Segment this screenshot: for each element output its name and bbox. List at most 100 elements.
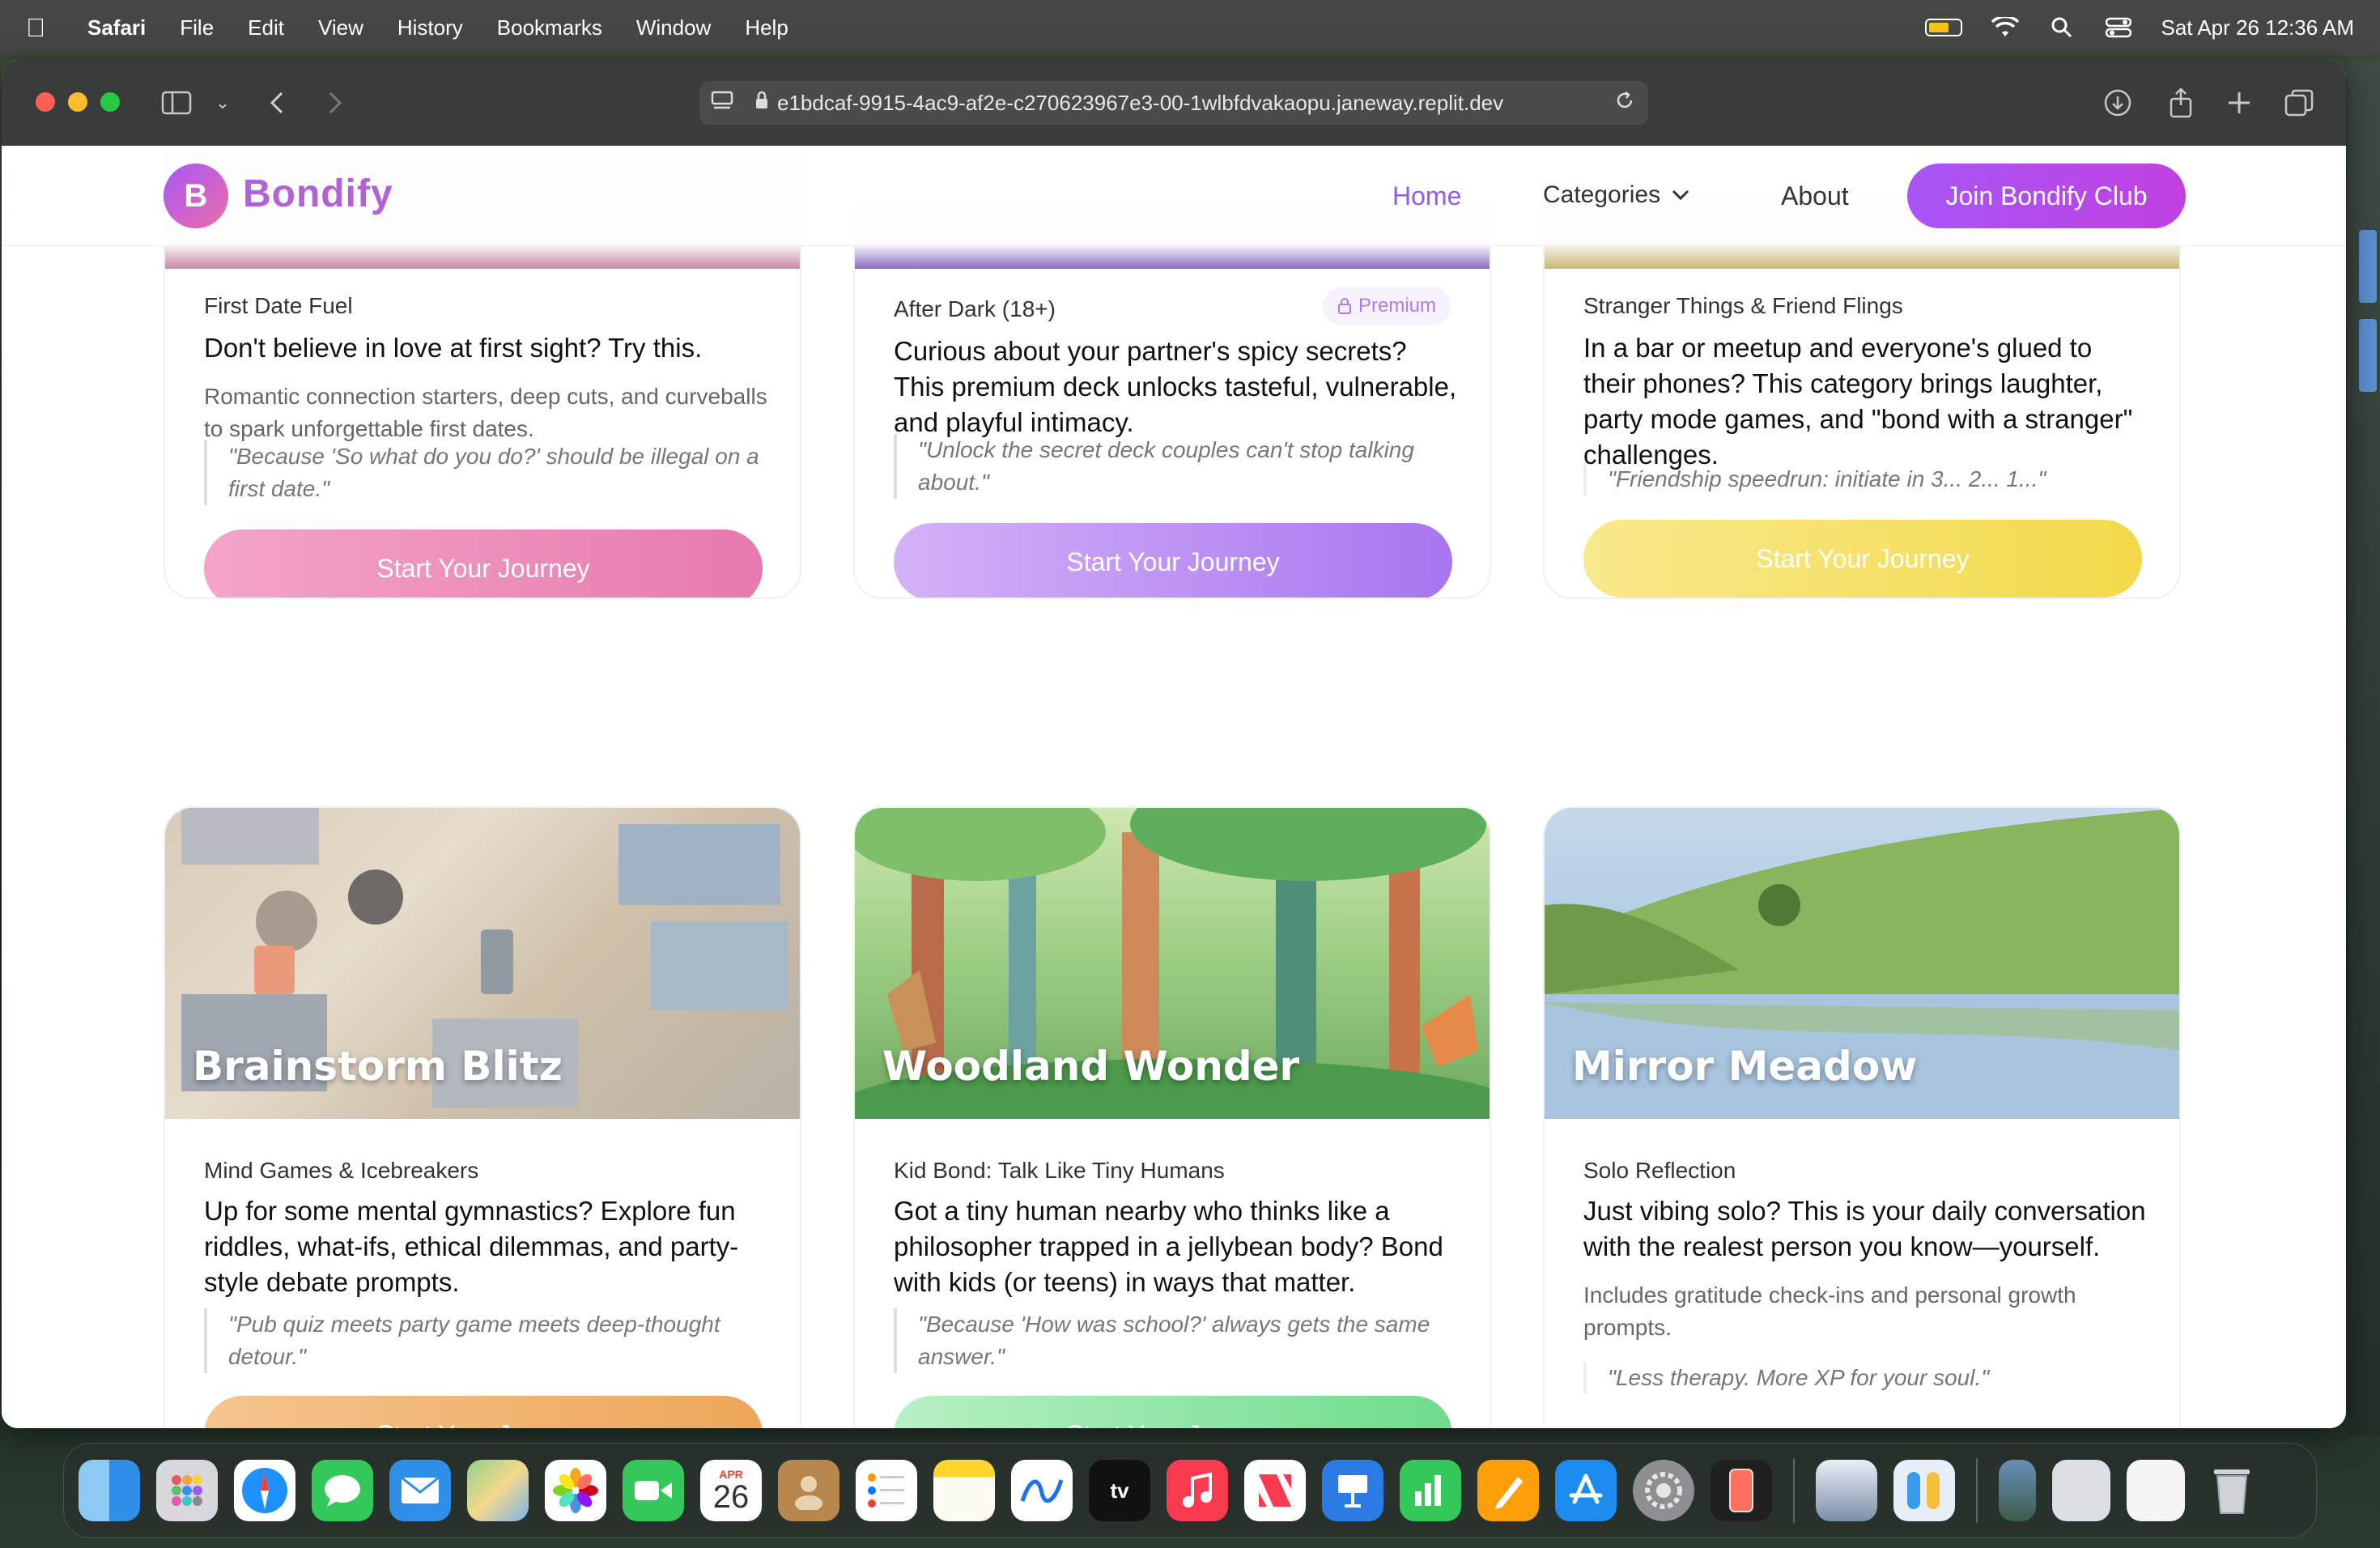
join-club-button[interactable]: Join Bondify Club [1907, 164, 2186, 228]
apple-tv-icon[interactable]: tv [1089, 1460, 1150, 1521]
mail-icon[interactable] [389, 1460, 451, 1521]
start-journey-button[interactable]: Start Your Journey [204, 1396, 763, 1428]
bondify-logo-badge[interactable]: B [164, 164, 228, 228]
macos-menubar:  Safari File Edit View History Bookmark… [0, 0, 2380, 55]
notes-icon[interactable] [933, 1460, 995, 1521]
maps-icon[interactable] [467, 1460, 529, 1521]
back-arrow-icon[interactable] [261, 84, 293, 121]
spotlight-search-icon[interactable] [2048, 15, 2076, 40]
premium-label: Premium [1358, 295, 1436, 317]
card-headline: Got a tiny human nearby who thinks like … [894, 1196, 1443, 1297]
control-center-icon[interactable] [2105, 15, 2132, 40]
key-utility-icon[interactable] [1893, 1460, 1955, 1521]
card-headline: Curious about your partner's spicy secre… [894, 336, 1457, 437]
reminders-icon[interactable] [856, 1460, 917, 1521]
lock-icon [1337, 298, 1351, 314]
desktop-window-edge [2359, 319, 2377, 392]
card-category: After Dark (18+) [894, 296, 1056, 321]
calendar-icon[interactable]: APR 26 [700, 1460, 762, 1521]
tab-group-chevron-down-icon[interactable]: ⌄ [210, 84, 235, 121]
downloads-stack-icon[interactable] [1999, 1460, 2036, 1521]
card-image-title: Woodland Wonder [882, 1043, 1300, 1090]
menu-view[interactable]: View [318, 15, 363, 40]
card-headline: In a bar or meetup and everyone's glued … [1583, 333, 2133, 470]
iphone-mirroring-icon[interactable] [1711, 1460, 1772, 1521]
reload-icon[interactable] [1614, 90, 1635, 117]
system-settings-icon[interactable] [1633, 1460, 1694, 1521]
dock-separator [1976, 1458, 1978, 1523]
menu-window[interactable]: Window [636, 15, 711, 40]
messages-icon[interactable] [312, 1460, 373, 1521]
card-subtext: Romantic connection starters, deep cuts,… [204, 384, 767, 441]
menu-bookmarks[interactable]: Bookmarks [497, 15, 602, 40]
dock-separator [1793, 1458, 1795, 1523]
facetime-icon[interactable] [623, 1460, 684, 1521]
card-image-title: Mirror Meadow [1572, 1043, 1918, 1090]
music-icon[interactable] [1167, 1460, 1228, 1521]
recent-document-icon[interactable] [2052, 1460, 2110, 1521]
card-category: First Date Fuel [204, 293, 353, 318]
card-quote: "Friendship speedrun: initiate in 3... 2… [1583, 463, 2150, 495]
menu-edit[interactable]: Edit [248, 15, 284, 40]
bondify-logo-text[interactable]: Bondify [243, 172, 393, 216]
nav-categories-dropdown[interactable]: Categories [1543, 181, 1689, 209]
menu-app-name[interactable]: Safari [87, 15, 146, 40]
lock-icon [754, 91, 769, 115]
share-icon[interactable] [2163, 84, 2199, 121]
downloads-icon[interactable] [2100, 84, 2136, 121]
card-quote: "Unlock the secret deck couples can't st… [894, 434, 1460, 499]
numbers-icon[interactable] [1400, 1460, 1461, 1521]
launchpad-icon[interactable] [156, 1460, 218, 1521]
macos-dock: APR 26 tv [63, 1443, 2317, 1538]
pages-icon[interactable] [1477, 1460, 1539, 1521]
start-journey-button[interactable]: Start Your Journey [894, 1396, 1452, 1428]
minimize-window-button[interactable] [68, 92, 87, 112]
card-quote: "Because 'How was school?' always gets t… [894, 1308, 1460, 1373]
premium-badge: Premium [1322, 287, 1451, 325]
zoom-window-button[interactable] [100, 92, 120, 112]
news-icon[interactable] [1244, 1460, 1306, 1521]
menu-help[interactable]: Help [745, 15, 788, 40]
start-journey-button[interactable]: Start Your Journey [894, 523, 1452, 598]
calendar-day: 26 [712, 1479, 750, 1515]
photos-icon[interactable] [545, 1460, 606, 1521]
sidebar-toggle-icon[interactable] [159, 84, 194, 121]
card-category: Mind Games & Icebreakers [204, 1158, 479, 1183]
tab-overview-icon[interactable] [2281, 84, 2317, 121]
wifi-icon[interactable] [1991, 15, 2019, 40]
screenshot-file-icon[interactable] [2127, 1460, 2185, 1521]
menubar-clock[interactable]: Sat Apr 26 12:36 AM [2161, 15, 2355, 40]
finder-icon[interactable] [79, 1460, 140, 1521]
url-text[interactable]: e1bdcaf-9915-4ac9-af2e-c270623967e3-00-1… [777, 91, 1614, 116]
menu-file[interactable]: File [180, 15, 214, 40]
start-journey-button[interactable]: Start Your Journey [204, 529, 763, 598]
apple-menu-icon[interactable]:  [26, 13, 58, 43]
category-card-mirror-meadow: Mirror Meadow Solo Reflection Just vibin… [1543, 806, 2181, 1428]
desktop-window-edge [2359, 230, 2377, 303]
address-bar[interactable]: e1bdcaf-9915-4ac9-af2e-c270623967e3-00-1… [699, 81, 1648, 125]
tv-label: tv [1110, 1478, 1129, 1503]
close-window-button[interactable] [36, 92, 55, 112]
menu-history[interactable]: History [397, 15, 463, 40]
start-journey-button[interactable]: Start Your Journey [1583, 520, 2142, 598]
page-menu-icon[interactable] [711, 91, 733, 116]
new-tab-plus-icon[interactable] [2221, 84, 2257, 121]
card-image-title: Brainstorm Blitz [193, 1043, 563, 1090]
freeform-icon[interactable] [1011, 1460, 1073, 1521]
safari-icon[interactable] [234, 1460, 295, 1521]
contacts-icon[interactable] [778, 1460, 839, 1521]
category-card-brainstorm: Brainstorm Blitz Mind Games & Icebreaker… [164, 806, 801, 1428]
preview-app-icon[interactable] [1816, 1460, 1877, 1521]
forward-arrow-icon[interactable] [319, 84, 351, 121]
card-category: Solo Reflection [1583, 1158, 1736, 1183]
safari-window: ⌄ e1bdcaf-9915-4ac9-af2e-c270623967e3-00… [2, 60, 2346, 1428]
nav-home-link[interactable]: Home [1392, 181, 1461, 211]
app-store-icon[interactable] [1555, 1460, 1617, 1521]
battery-icon[interactable] [1924, 19, 1962, 36]
trash-icon[interactable] [2201, 1460, 2263, 1521]
card-headline: Just vibing solo? This is your daily con… [1583, 1196, 2146, 1261]
keynote-icon[interactable] [1322, 1460, 1383, 1521]
card-category: Kid Bond: Talk Like Tiny Humans [894, 1158, 1225, 1183]
nav-about-link[interactable]: About [1781, 181, 1849, 211]
card-quote: "Pub quiz meets party game meets deep-th… [204, 1308, 771, 1373]
